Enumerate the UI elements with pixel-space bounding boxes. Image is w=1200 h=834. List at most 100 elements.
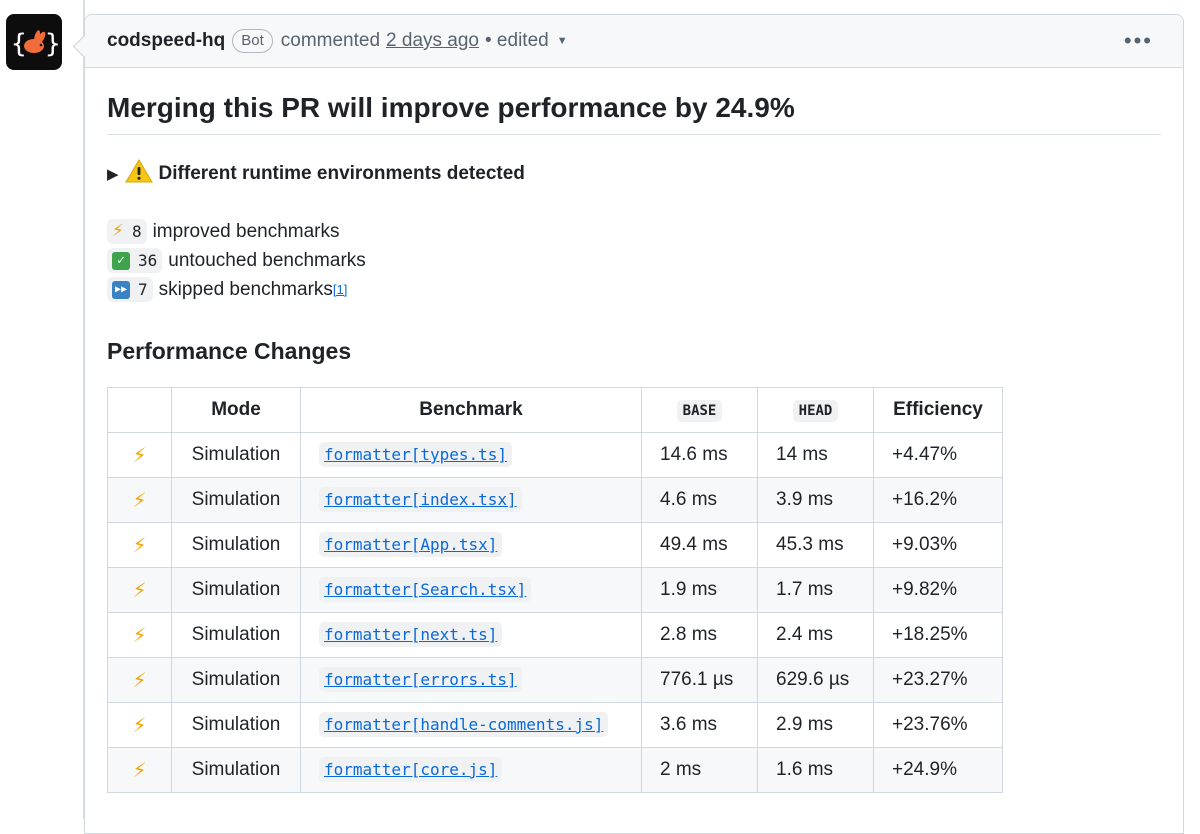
lightning-icon: ⚡ (112, 221, 124, 241)
mode-cell: Simulation (171, 657, 301, 703)
table-row: ⚡ Simulation formatter[Search.tsx] 1.9 m… (107, 567, 1003, 613)
details-summary: Different runtime environments detected (158, 163, 525, 184)
mode-cell: Simulation (171, 567, 301, 613)
table-header-row: Mode Benchmark BASE HEAD Efficiency (107, 387, 1003, 433)
head-cell: 1.6 ms (757, 747, 874, 793)
mode-cell: Simulation (171, 522, 301, 568)
head-cell: 45.3 ms (757, 522, 874, 568)
summary-skipped: ▶▶ 7 skipped benchmarks [1] (107, 275, 1161, 304)
base-cell: 1.9 ms (641, 567, 758, 613)
svg-text:{: { (11, 29, 27, 59)
summary-improved: ⚡ 8 improved benchmarks (107, 217, 1161, 246)
benchmark-cell: formatter[core.js] (300, 747, 642, 793)
check-icon: ✓ (112, 251, 130, 270)
more-options-icon[interactable]: ••• (1124, 28, 1153, 54)
mode-cell: Simulation (171, 477, 301, 523)
table-row: ⚡ Simulation formatter[core.js] 2 ms 1.6… (107, 747, 1003, 793)
skipped-label: skipped benchmarks (158, 279, 333, 300)
performance-table: Mode Benchmark BASE HEAD Efficiency ⚡ Si… (107, 387, 1003, 793)
chevron-down-icon: ▼ (556, 35, 568, 47)
mode-cell: Simulation (171, 702, 301, 748)
efficiency-cell: +9.82% (873, 567, 1003, 613)
table-row: ⚡ Simulation formatter[next.ts] 2.8 ms 2… (107, 612, 1003, 658)
details-toggle[interactable]: ▶ Different runtime environments detecte… (107, 159, 1161, 189)
benchmark-link[interactable]: formatter[core.js] (319, 757, 503, 782)
benchmark-link[interactable]: formatter[index.tsx] (319, 487, 522, 512)
improved-count: 8 (131, 222, 142, 241)
benchmark-summary: ⚡ 8 improved benchmarks ✓ 36 untouched b… (107, 217, 1161, 304)
head-cell: 2.9 ms (757, 702, 874, 748)
lightning-icon: ⚡ (107, 657, 172, 703)
table-row: ⚡ Simulation formatter[handle-comments.j… (107, 702, 1003, 748)
efficiency-cell: +4.47% (873, 432, 1003, 478)
benchmark-cell: formatter[handle-comments.js] (300, 702, 642, 748)
benchmark-link[interactable]: formatter[types.ts] (319, 442, 513, 467)
benchmark-link[interactable]: formatter[next.ts] (319, 622, 503, 647)
mode-cell: Simulation (171, 612, 301, 658)
efficiency-cell: +23.27% (873, 657, 1003, 703)
avatar[interactable]: { } (6, 14, 62, 70)
efficiency-cell: +9.03% (873, 522, 1003, 568)
triangle-right-icon: ▶ (107, 166, 119, 183)
lightning-icon: ⚡ (107, 522, 172, 568)
efficiency-cell: +23.76% (873, 702, 1003, 748)
footnote-link[interactable]: [1] (333, 282, 347, 297)
head-cell: 1.7 ms (757, 567, 874, 613)
mode-cell: Simulation (171, 747, 301, 793)
table-row: ⚡ Simulation formatter[errors.ts] 776.1 … (107, 657, 1003, 703)
lightning-icon: ⚡ (107, 612, 172, 658)
base-cell: 14.6 ms (641, 432, 758, 478)
base-cell: 2.8 ms (641, 612, 758, 658)
base-tag: BASE (676, 400, 723, 422)
benchmark-cell: formatter[App.tsx] (300, 522, 642, 568)
section-title: Performance Changes (107, 338, 352, 364)
skipped-count: 7 (138, 280, 148, 299)
author-link[interactable]: codspeed-hq (107, 30, 225, 52)
header-base: BASE (641, 387, 758, 433)
header-benchmark: Benchmark (300, 387, 642, 433)
benchmark-cell: formatter[types.ts] (300, 432, 642, 478)
untouched-count-chip: ✓ 36 (107, 248, 163, 273)
head-cell: 14 ms (757, 432, 874, 478)
lightning-icon: ⚡ (107, 702, 172, 748)
comment-header: codspeed-hq Bot commented 2 days ago • e… (85, 15, 1183, 68)
timestamp-link[interactable]: 2 days ago (386, 30, 479, 52)
efficiency-cell: +24.9% (873, 747, 1003, 793)
comment-title: Merging this PR will improve performance… (107, 92, 1161, 135)
lightning-icon: ⚡ (107, 747, 172, 793)
svg-text:}: } (45, 29, 60, 59)
warning-icon (124, 159, 153, 189)
benchmark-cell: formatter[errors.ts] (300, 657, 642, 703)
head-cell: 2.4 ms (757, 612, 874, 658)
head-cell: 629.6 µs (757, 657, 874, 703)
fast-forward-icon: ▶▶ (112, 280, 130, 299)
base-cell: 49.4 ms (641, 522, 758, 568)
lightning-icon: ⚡ (107, 432, 172, 478)
benchmark-cell: formatter[Search.tsx] (300, 567, 642, 613)
improved-count-chip: ⚡ 8 (107, 219, 147, 244)
base-cell: 2 ms (641, 747, 758, 793)
benchmark-link[interactable]: formatter[Search.tsx] (319, 577, 532, 602)
mode-cell: Simulation (171, 432, 301, 478)
improved-label: improved benchmarks (152, 221, 340, 242)
base-cell: 3.6 ms (641, 702, 758, 748)
edited-dropdown[interactable]: • edited ▼ (485, 30, 568, 52)
benchmark-link[interactable]: formatter[handle-comments.js] (319, 712, 609, 737)
header-mode: Mode (171, 387, 301, 433)
benchmark-link[interactable]: formatter[App.tsx] (319, 532, 503, 557)
edited-label: • edited (485, 30, 549, 51)
header-efficiency: Efficiency (873, 387, 1003, 433)
benchmark-cell: formatter[next.ts] (300, 612, 642, 658)
untouched-count: 36 (138, 251, 158, 270)
benchmark-link[interactable]: formatter[errors.ts] (319, 667, 522, 692)
untouched-label: untouched benchmarks (168, 250, 366, 271)
efficiency-cell: +16.2% (873, 477, 1003, 523)
base-cell: 776.1 µs (641, 657, 758, 703)
table-row: ⚡ Simulation formatter[App.tsx] 49.4 ms … (107, 522, 1003, 568)
skipped-count-chip: ▶▶ 7 (107, 277, 153, 302)
header-icon-cell (107, 387, 172, 433)
base-cell: 4.6 ms (641, 477, 758, 523)
lightning-icon: ⚡ (107, 567, 172, 613)
head-cell: 3.9 ms (757, 477, 874, 523)
efficiency-cell: +18.25% (873, 612, 1003, 658)
